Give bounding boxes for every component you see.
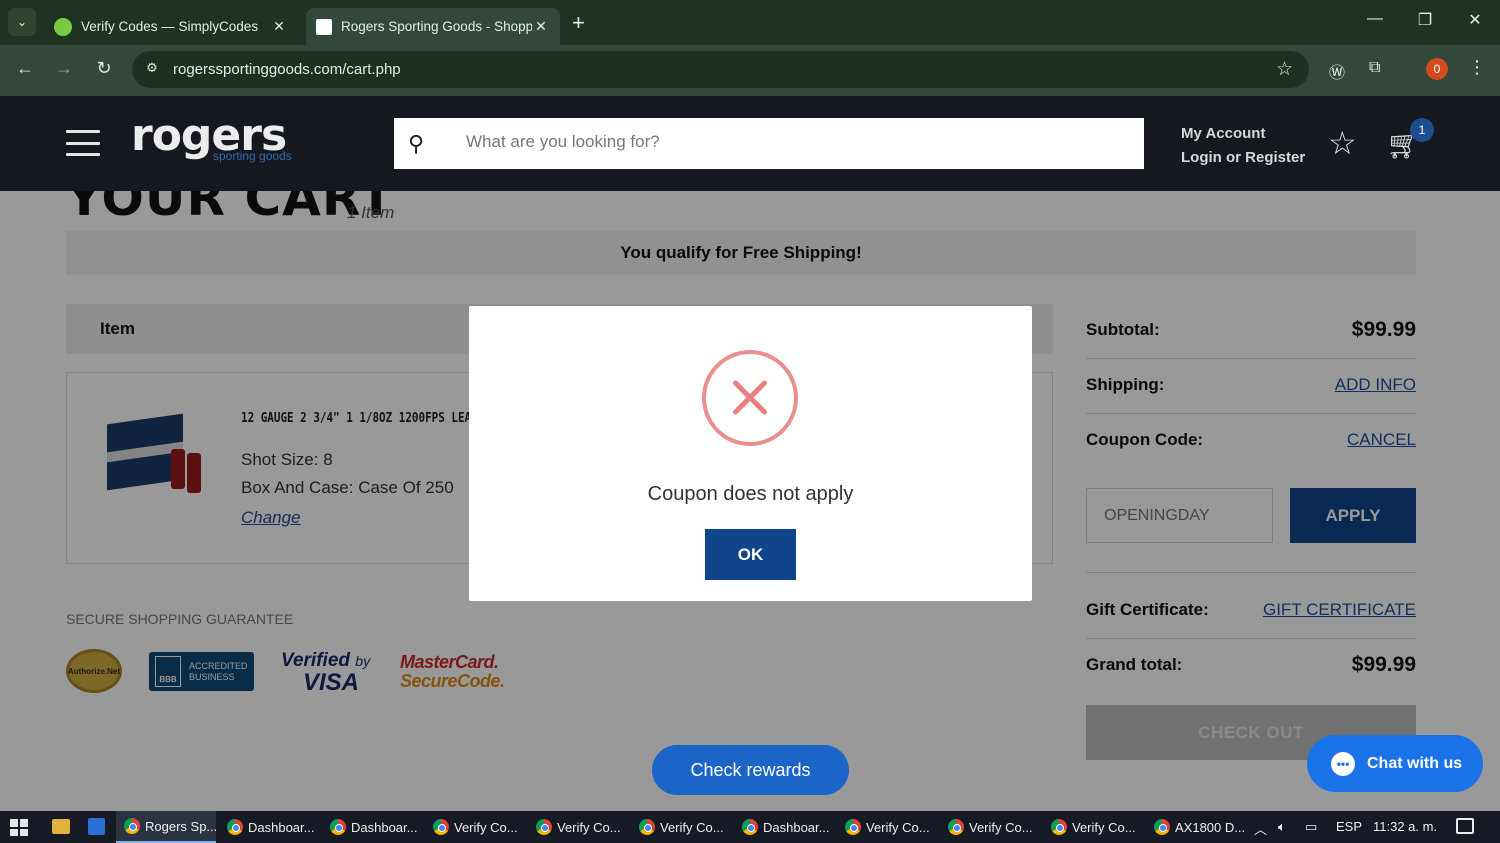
volume-icon[interactable]: 🔈︎ bbox=[1278, 819, 1286, 835]
site-info-icon[interactable]: ⚙ bbox=[142, 60, 162, 78]
chrome-icon bbox=[845, 819, 861, 835]
taskbar-item[interactable]: Dashboar... bbox=[322, 811, 422, 843]
tab-title: Verify Codes — SimplyCodes bbox=[81, 19, 259, 34]
notifications-icon[interactable] bbox=[1456, 818, 1474, 834]
tab-search-icon[interactable]: ⌄ bbox=[8, 8, 36, 36]
chrome-icon bbox=[948, 819, 964, 835]
chrome-icon bbox=[1051, 819, 1067, 835]
chrome-icon bbox=[742, 819, 758, 835]
header-overlay bbox=[0, 96, 1500, 191]
windows-taskbar: Rogers Sp... Dashboar... Dashboar... Ver… bbox=[0, 811, 1500, 843]
taskbar-item[interactable]: Verify Co... bbox=[1043, 811, 1143, 843]
clock[interactable]: 11:32 a. m. bbox=[1373, 819, 1437, 834]
cart-page: YOUR CART 1 Item You qualify for Free Sh… bbox=[0, 191, 1500, 811]
error-x-icon bbox=[702, 350, 798, 446]
url-text: rogerssportinggoods.com/cart.php bbox=[173, 61, 401, 78]
chat-bubble-icon: ••• bbox=[1331, 751, 1355, 776]
file-explorer-icon[interactable] bbox=[52, 819, 70, 834]
tab-verify-codes[interactable]: Verify Codes — SimplyCodes ✕ bbox=[44, 8, 298, 45]
check-rewards-button[interactable]: Check rewards bbox=[652, 745, 849, 795]
browser-toolbar: ← → ↻ ⚙ rogerssportinggoods.com/cart.php… bbox=[0, 45, 1500, 96]
taskbar-item[interactable]: Verify Co... bbox=[528, 811, 628, 843]
taskbar-item[interactable]: AX1800 D... bbox=[1146, 811, 1246, 843]
tab-rogers[interactable]: Rogers Sporting Goods - Shopp ✕ bbox=[306, 8, 560, 45]
dialog-message: Coupon does not apply bbox=[647, 483, 854, 505]
new-tab-icon[interactable]: + bbox=[572, 10, 585, 36]
profile-avatar[interactable]: 0 bbox=[1426, 58, 1448, 80]
taskbar-item[interactable]: Verify Co... bbox=[837, 811, 937, 843]
close-window-icon[interactable]: ✕ bbox=[1460, 10, 1490, 30]
chrome-icon bbox=[227, 819, 243, 835]
windows-start-icon[interactable] bbox=[10, 819, 28, 836]
simplycodes-favicon-icon bbox=[54, 17, 72, 36]
chrome-icon bbox=[1154, 819, 1170, 835]
taskbar-item[interactable]: Verify Co... bbox=[425, 811, 525, 843]
taskbar-item[interactable]: Dashboar... bbox=[734, 811, 834, 843]
taskbar-item[interactable]: Rogers Sp... bbox=[116, 811, 216, 843]
chrome-icon bbox=[433, 819, 449, 835]
extension-w-icon[interactable]: Ⓦ bbox=[1329, 59, 1345, 83]
restore-icon[interactable]: ❐ bbox=[1410, 10, 1440, 30]
bookmark-star-icon[interactable]: ☆ bbox=[1276, 58, 1293, 81]
language-indicator[interactable]: ESP bbox=[1336, 819, 1362, 834]
extensions-puzzle-icon[interactable]: ⧉ bbox=[1369, 59, 1380, 77]
chrome-icon bbox=[536, 819, 552, 835]
taskbar-item[interactable]: Verify Co... bbox=[940, 811, 1040, 843]
forward-icon[interactable]: → bbox=[51, 58, 77, 79]
browser-menu-icon[interactable]: ⋮ bbox=[1468, 57, 1486, 78]
reload-icon[interactable]: ↻ bbox=[91, 58, 117, 79]
coupon-error-dialog: Coupon does not apply OK bbox=[469, 306, 1032, 601]
browser-tab-bar: ⌄ Verify Codes — SimplyCodes ✕ Rogers Sp… bbox=[0, 0, 1500, 45]
chat-label: Chat with us bbox=[1367, 754, 1463, 772]
tab-title: Rogers Sporting Goods - Shopp bbox=[341, 19, 532, 34]
close-tab-icon[interactable]: ✕ bbox=[270, 18, 288, 35]
back-icon[interactable]: ← bbox=[12, 58, 38, 79]
tray-chevron-icon[interactable]: ︿ bbox=[1254, 819, 1267, 838]
ok-button[interactable]: OK bbox=[705, 529, 796, 580]
chrome-icon bbox=[330, 819, 346, 835]
taskbar-item[interactable]: Dashboar... bbox=[219, 811, 319, 843]
address-bar[interactable]: ⚙ rogerssportinggoods.com/cart.php ☆ bbox=[132, 51, 1309, 88]
chrome-icon bbox=[639, 819, 655, 835]
minimize-icon[interactable]: — bbox=[1360, 10, 1390, 28]
store-icon[interactable] bbox=[88, 818, 105, 835]
chat-with-us-button[interactable]: ••• Chat with us bbox=[1307, 735, 1483, 792]
taskbar-item[interactable]: Verify Co... bbox=[631, 811, 731, 843]
network-icon[interactable]: ▭ bbox=[1305, 819, 1317, 835]
rogers-favicon-icon bbox=[316, 18, 332, 35]
chrome-icon bbox=[124, 818, 140, 834]
close-tab-icon[interactable]: ✕ bbox=[532, 18, 550, 35]
